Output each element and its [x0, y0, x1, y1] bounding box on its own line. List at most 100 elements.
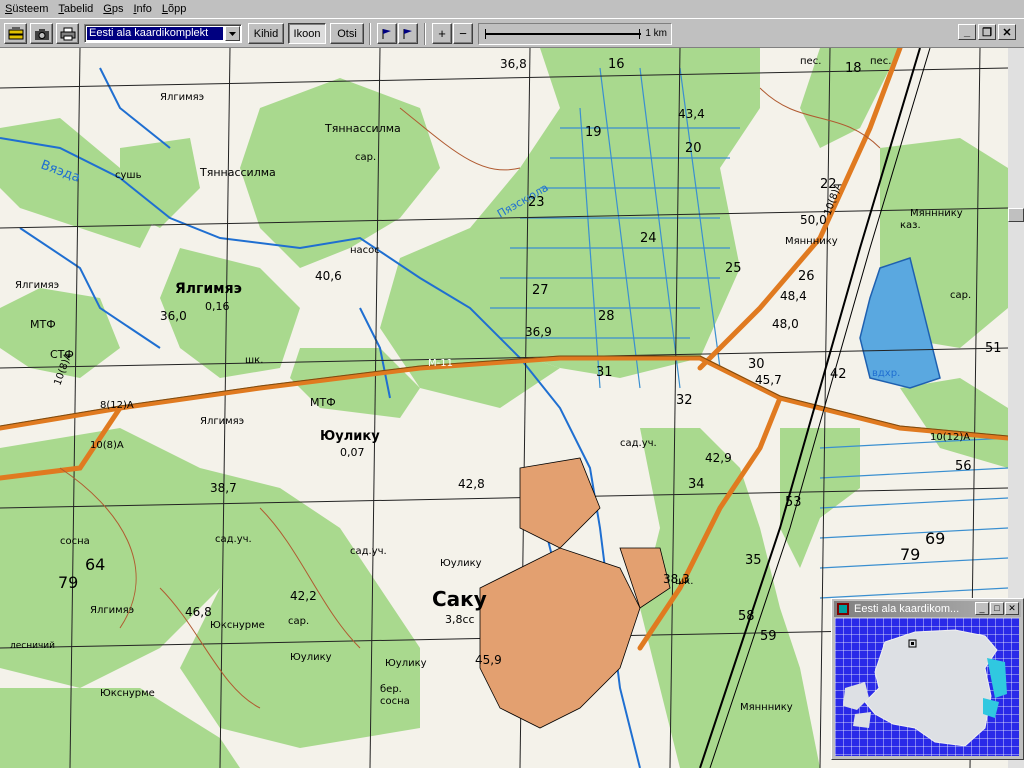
elevation-label: 42,2 [290, 589, 317, 603]
chevron-down-icon[interactable] [225, 26, 240, 41]
map-number: 27 [532, 283, 549, 298]
village-label-tyannassilma-2: Тяннассилма [324, 122, 401, 135]
flag-icon [382, 28, 391, 39]
road-number-label: 8(12)А [100, 400, 134, 411]
elevation-label: 48,4 [780, 289, 807, 303]
map-set-select[interactable]: Eesti ala kaardikomplekt [84, 24, 242, 43]
menu-tabelid[interactable]: Tabelid [53, 3, 98, 15]
highway-label-m11: М-11 [428, 358, 453, 369]
map-number: 42 [830, 367, 847, 382]
map-set-value: Eesti ala kaardikomplekt [87, 27, 223, 40]
map-number: 23 [528, 195, 545, 210]
scrollbar-thumb[interactable] [1008, 208, 1024, 222]
village-label-yuksnurme: Юкснурме [210, 620, 265, 631]
reservoir-label: вдхр. [872, 368, 900, 379]
scale-tick [485, 29, 486, 39]
map-number: 18 [845, 61, 862, 76]
overview-close-button[interactable]: ✕ [1005, 602, 1019, 615]
map-number: 16 [608, 57, 625, 72]
printer-icon [60, 27, 75, 40]
map-number: 31 [596, 365, 613, 380]
minimize-button[interactable]: _ [958, 24, 976, 40]
elevation-label: 36,0 [160, 309, 187, 323]
elevation-label: 42,9 [705, 451, 732, 465]
flag-right-button[interactable] [398, 23, 418, 44]
elevation-label: 45,9 [475, 653, 502, 667]
village-label-mannik: Мянннику [785, 236, 838, 247]
tree-label-sosna-2: сосна [60, 536, 90, 547]
map-number: 53 [785, 495, 802, 510]
tree-label-ber: бер. [380, 684, 402, 695]
scale-bar [485, 33, 641, 35]
close-button[interactable]: ✕ [998, 24, 1016, 40]
menu-info[interactable]: Info [128, 3, 156, 15]
map-number: 58 [738, 609, 755, 624]
flag-left-button[interactable] [377, 23, 397, 44]
map-number: 32 [676, 393, 693, 408]
map-number: 51 [985, 341, 1002, 356]
shed-label-2: сар. [950, 290, 971, 301]
zoom-scale-slider[interactable]: 1 km [478, 23, 672, 45]
sand-label-2: пес. [870, 56, 891, 67]
shed-label-3: сар. [288, 616, 309, 627]
map-number: 35 [745, 553, 762, 568]
village-label-yulilku-b: Юулику [440, 558, 482, 569]
overview-maximize-button[interactable]: □ [990, 602, 1004, 615]
pump-label: насос [350, 245, 380, 256]
village-label-yalgimyae-d: Ялгимяэ [90, 605, 134, 616]
village-label-yuksnurme-2: Юкснурме [100, 688, 155, 699]
village-label-yalgimyae-b: Ялгимяэ [15, 280, 59, 291]
otsi-button[interactable]: Otsi [330, 23, 364, 44]
overview-minimize-button[interactable]: _ [975, 602, 989, 615]
overview-title: Eesti ala kaardikom... [854, 603, 960, 615]
scale-label: 1 km [645, 28, 667, 39]
toolbar-separator [424, 23, 426, 45]
elevation-label: 38,7 [210, 481, 237, 495]
overview-window[interactable]: Eesti ala kaardikom... _ □ ✕ [831, 598, 1024, 760]
elevation-label: 40,6 [315, 269, 342, 283]
map-number: 79 [900, 545, 920, 564]
map-number: 24 [640, 231, 657, 246]
village-label-yalgimyae-a: Ялгимяэ [160, 92, 204, 103]
elevation-label: 36,9 [525, 325, 552, 339]
road-number-label-3: 10(8)А [90, 440, 124, 451]
menu-susteem[interactable]: Süsteem [0, 3, 53, 15]
map-number: 26 [798, 269, 815, 284]
menu-gps[interactable]: Gps [98, 3, 128, 15]
forester-label: лесничий [10, 641, 55, 651]
map-number: 28 [598, 309, 615, 324]
print-button[interactable] [56, 23, 79, 44]
ikoon-button[interactable]: Ikoon [288, 23, 326, 44]
village-label-yulilku-text: Юулику [320, 429, 380, 444]
tree-label-sosna: сосна [380, 696, 410, 707]
map-number: 64 [85, 555, 105, 574]
town-label-saku: Саку [432, 587, 487, 611]
menu-lopp[interactable]: Lõpp [157, 3, 191, 15]
restore-button[interactable]: ❐ [978, 24, 996, 40]
zoom-out-button[interactable]: − [453, 23, 473, 44]
village-label-yalgimyae: Ялгимяэ [175, 281, 242, 297]
toolbar: Eesti ala kaardikomplekt Kihid Ikoon Ots… [0, 18, 1024, 48]
elevation-label: 43,4 [678, 107, 705, 121]
village-label-yalgimyae-c: Ялгимяэ [200, 416, 244, 427]
shed-label: сар. [355, 152, 376, 163]
school-label: шк. [245, 355, 263, 366]
village-label-yulilku-c: Юулику [290, 652, 332, 663]
map-number: 19 [585, 125, 602, 140]
map-number: 59 [760, 629, 777, 644]
camera-button[interactable] [30, 23, 53, 44]
zoom-in-button[interactable]: + [432, 23, 452, 44]
dry-label: сушь [115, 170, 142, 181]
kihid-button[interactable]: Kihid [248, 23, 284, 44]
elevation-label: 46,8 [185, 605, 212, 619]
garden-label: сад.уч. [620, 438, 657, 449]
village-label-yulilku-d: Юулику [385, 658, 427, 669]
layers-tool-button[interactable] [4, 23, 27, 44]
overview-minimap[interactable] [835, 618, 1019, 756]
overview-titlebar[interactable]: Eesti ala kaardikom... _ □ ✕ [834, 601, 1021, 617]
map-number: 22 [820, 177, 837, 192]
flag-icon [403, 28, 412, 39]
village-pop-yulilku: 0,07 [340, 446, 365, 459]
elevation-label: 48,0 [772, 317, 799, 331]
elevation-label: 45,7 [755, 373, 782, 387]
